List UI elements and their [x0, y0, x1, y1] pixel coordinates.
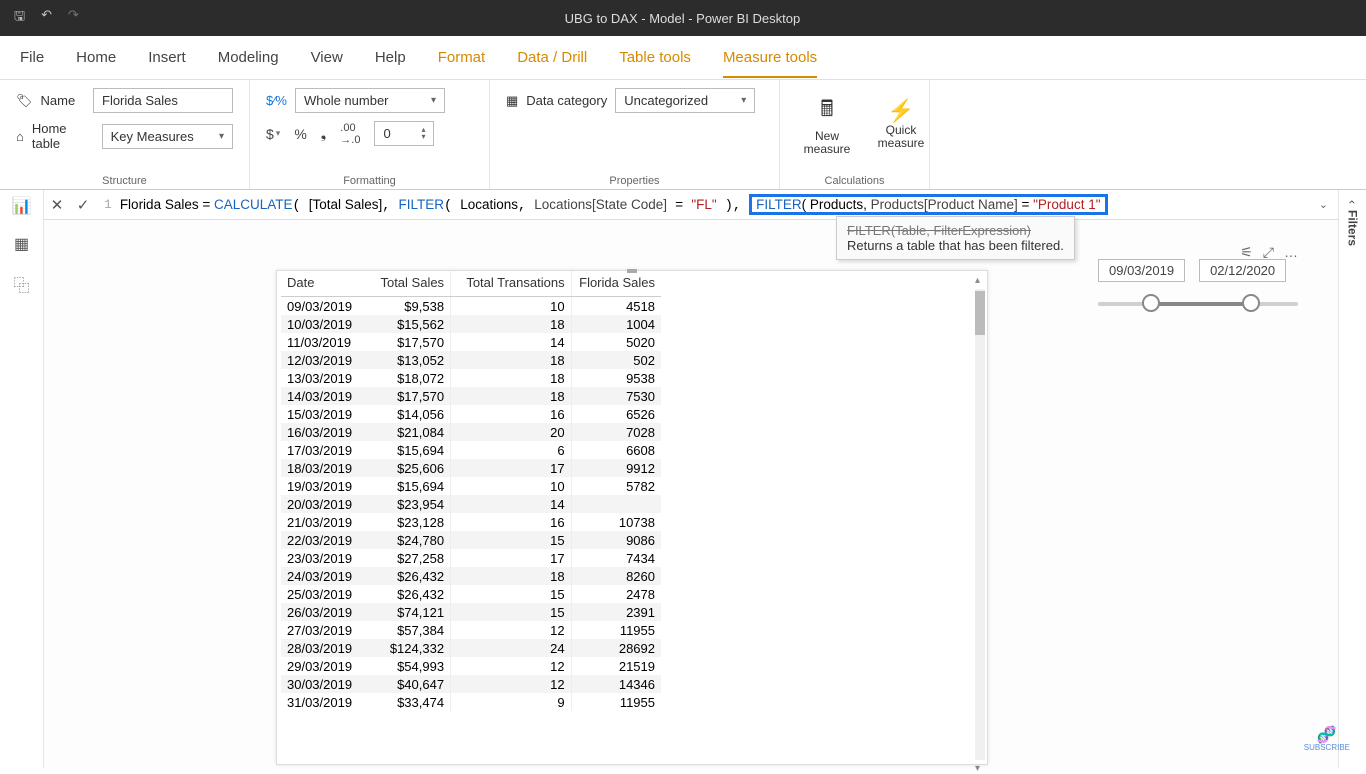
table-row[interactable]: 19/03/2019$15,694105782 [281, 477, 661, 495]
line-number: 1 [96, 197, 120, 212]
report-view-icon[interactable]: 📊 [12, 196, 32, 216]
tab-help[interactable]: Help [375, 49, 406, 66]
table-row[interactable]: 14/03/2019$17,570187530 [281, 387, 661, 405]
table-row[interactable]: 12/03/2019$13,05218502 [281, 351, 661, 369]
decimals-stepper[interactable]: 0 ▴▾ [374, 121, 434, 146]
table-row[interactable]: 29/03/2019$54,9931221519 [281, 657, 661, 675]
title-bar: 🖫 ↶ ↷ UBG to DAX - Model - Power BI Desk… [0, 0, 1366, 36]
format-icon: $⁄% [266, 93, 287, 108]
date-range-slider[interactable] [1098, 292, 1298, 316]
table-row[interactable]: 16/03/2019$21,084207028 [281, 423, 661, 441]
table-row[interactable]: 26/03/2019$74,121152391 [281, 603, 661, 621]
tab-modeling[interactable]: Modeling [218, 49, 279, 66]
col-florida-sales[interactable]: Florida Sales [571, 271, 661, 297]
tab-measuretools[interactable]: Measure tools [723, 49, 817, 78]
save-icon[interactable]: 🖫 [14, 7, 25, 29]
filters-pane-collapsed[interactable]: ‹ Filters [1338, 190, 1366, 768]
report-canvas[interactable]: ⚟ ⤢ … 09/03/2019 02/12/2020 Date Total S… [44, 220, 1338, 768]
new-measure-button[interactable]: 🖩 New measure [796, 92, 858, 156]
table-row[interactable]: 25/03/2019$26,432152478 [281, 585, 661, 603]
table-row[interactable]: 18/03/2019$25,606179912 [281, 459, 661, 477]
dna-icon: 🧬 [1304, 728, 1350, 744]
table-row[interactable]: 10/03/2019$15,562181004 [281, 315, 661, 333]
col-date[interactable]: Date [281, 271, 369, 297]
cancel-formula-button[interactable]: ✕ [44, 196, 70, 214]
undo-icon[interactable]: ↶ [41, 7, 52, 29]
tab-view[interactable]: View [311, 49, 343, 66]
table-row[interactable]: 09/03/2019$9,538104518 [281, 297, 661, 316]
table-row[interactable]: 28/03/2019$124,3322428692 [281, 639, 661, 657]
ribbon-tabs: File Home Insert Modeling View Help Form… [0, 36, 1366, 80]
home-icon: ⌂ [16, 129, 24, 144]
table-visual[interactable]: Date Total Sales Total Transations Flori… [276, 270, 988, 765]
tab-datadrill[interactable]: Data / Drill [517, 49, 587, 66]
view-rail: 📊 ▦ ⿻ [0, 190, 44, 768]
model-view-icon[interactable]: ⿻ [13, 272, 29, 296]
name-label: Name [41, 93, 76, 108]
col-total-transactions[interactable]: Total Transations [451, 271, 572, 297]
table-row[interactable]: 20/03/2019$23,95414 [281, 495, 661, 513]
group-properties-label: Properties [506, 171, 763, 187]
formula-bar[interactable]: ✕ ✓ 1 Florida Sales = CALCULATE( [Total … [44, 190, 1338, 220]
lightning-icon: ⚡ [876, 98, 926, 124]
tab-format[interactable]: Format [438, 49, 486, 66]
group-calculations-label: Calculations [796, 171, 913, 187]
table-row[interactable]: 13/03/2019$18,072189538 [281, 369, 661, 387]
formula-code[interactable]: Florida Sales = CALCULATE( [Total Sales]… [120, 194, 1108, 215]
expand-formula-icon[interactable]: ⌄ [1319, 198, 1338, 211]
comma-button[interactable]: ❟ [321, 125, 327, 142]
hometable-select[interactable]: Key Measures [102, 124, 233, 149]
table-row[interactable]: 11/03/2019$17,570145020 [281, 333, 661, 351]
table-row[interactable]: 31/03/2019$33,474911955 [281, 693, 661, 711]
tab-home[interactable]: Home [76, 49, 116, 66]
active-edit-region[interactable]: FILTER( Products, Products[Product Name]… [749, 194, 1107, 215]
group-structure-label: Structure [16, 171, 233, 187]
datacategory-label: Data category [526, 93, 607, 108]
resize-handle-top[interactable] [627, 269, 637, 273]
slider-handle-start[interactable] [1142, 294, 1160, 312]
currency-button[interactable]: $ [266, 126, 274, 142]
date-to-input[interactable]: 02/12/2020 [1199, 259, 1286, 282]
tab-tabletools[interactable]: Table tools [619, 49, 691, 66]
redo-icon[interactable]: ↷ [68, 7, 79, 29]
table-row[interactable]: 23/03/2019$27,258177434 [281, 549, 661, 567]
table-row[interactable]: 15/03/2019$14,056166526 [281, 405, 661, 423]
subscribe-watermark: 🧬 SUBSCRIBE [1304, 728, 1350, 752]
filters-label: Filters [1346, 210, 1360, 246]
decimal-button[interactable]: .00→.0 [340, 122, 360, 146]
ribbon: 🏷 Name Florida Sales ⌂ Home table Key Me… [0, 80, 1366, 190]
vertical-scrollbar[interactable] [975, 289, 985, 760]
tab-insert[interactable]: Insert [148, 49, 186, 66]
data-table: Date Total Sales Total Transations Flori… [281, 271, 661, 711]
table-row[interactable]: 22/03/2019$24,780159086 [281, 531, 661, 549]
name-input[interactable]: Florida Sales [93, 88, 233, 113]
table-row[interactable]: 30/03/2019$40,6471214346 [281, 675, 661, 693]
table-header-row: Date Total Sales Total Transations Flori… [281, 271, 661, 297]
table-row[interactable]: 21/03/2019$23,1281610738 [281, 513, 661, 531]
table-row[interactable]: 17/03/2019$15,69466608 [281, 441, 661, 459]
window-title: UBG to DAX - Model - Power BI Desktop [79, 11, 1286, 26]
datacategory-select[interactable]: Uncategorized [615, 88, 755, 113]
table-row[interactable]: 27/03/2019$57,3841211955 [281, 621, 661, 639]
format-select[interactable]: Whole number [295, 88, 445, 113]
tab-file[interactable]: File [20, 49, 44, 66]
quick-measure-button[interactable]: ⚡ Quick measure [870, 98, 932, 150]
col-total-sales[interactable]: Total Sales [369, 271, 451, 297]
tag-icon: 🏷 [16, 93, 33, 109]
calculator-icon: 🖩 [802, 92, 852, 130]
intellisense-tooltip: FILTER(Table, FilterExpression) Returns … [836, 216, 1075, 260]
slider-handle-end[interactable] [1242, 294, 1260, 312]
percent-button[interactable]: % [294, 126, 306, 142]
chevron-left-icon: ‹ [1346, 200, 1360, 204]
datacategory-icon: ▦ [506, 93, 518, 109]
commit-formula-button[interactable]: ✓ [70, 196, 96, 214]
date-slicer[interactable]: ⚟ ⤢ … 09/03/2019 02/12/2020 [1098, 244, 1298, 316]
hometable-label: Home table [32, 121, 94, 151]
date-from-input[interactable]: 09/03/2019 [1098, 259, 1185, 282]
table-row[interactable]: 24/03/2019$26,432188260 [281, 567, 661, 585]
group-formatting-label: Formatting [266, 171, 473, 187]
data-view-icon[interactable]: ▦ [14, 234, 29, 254]
